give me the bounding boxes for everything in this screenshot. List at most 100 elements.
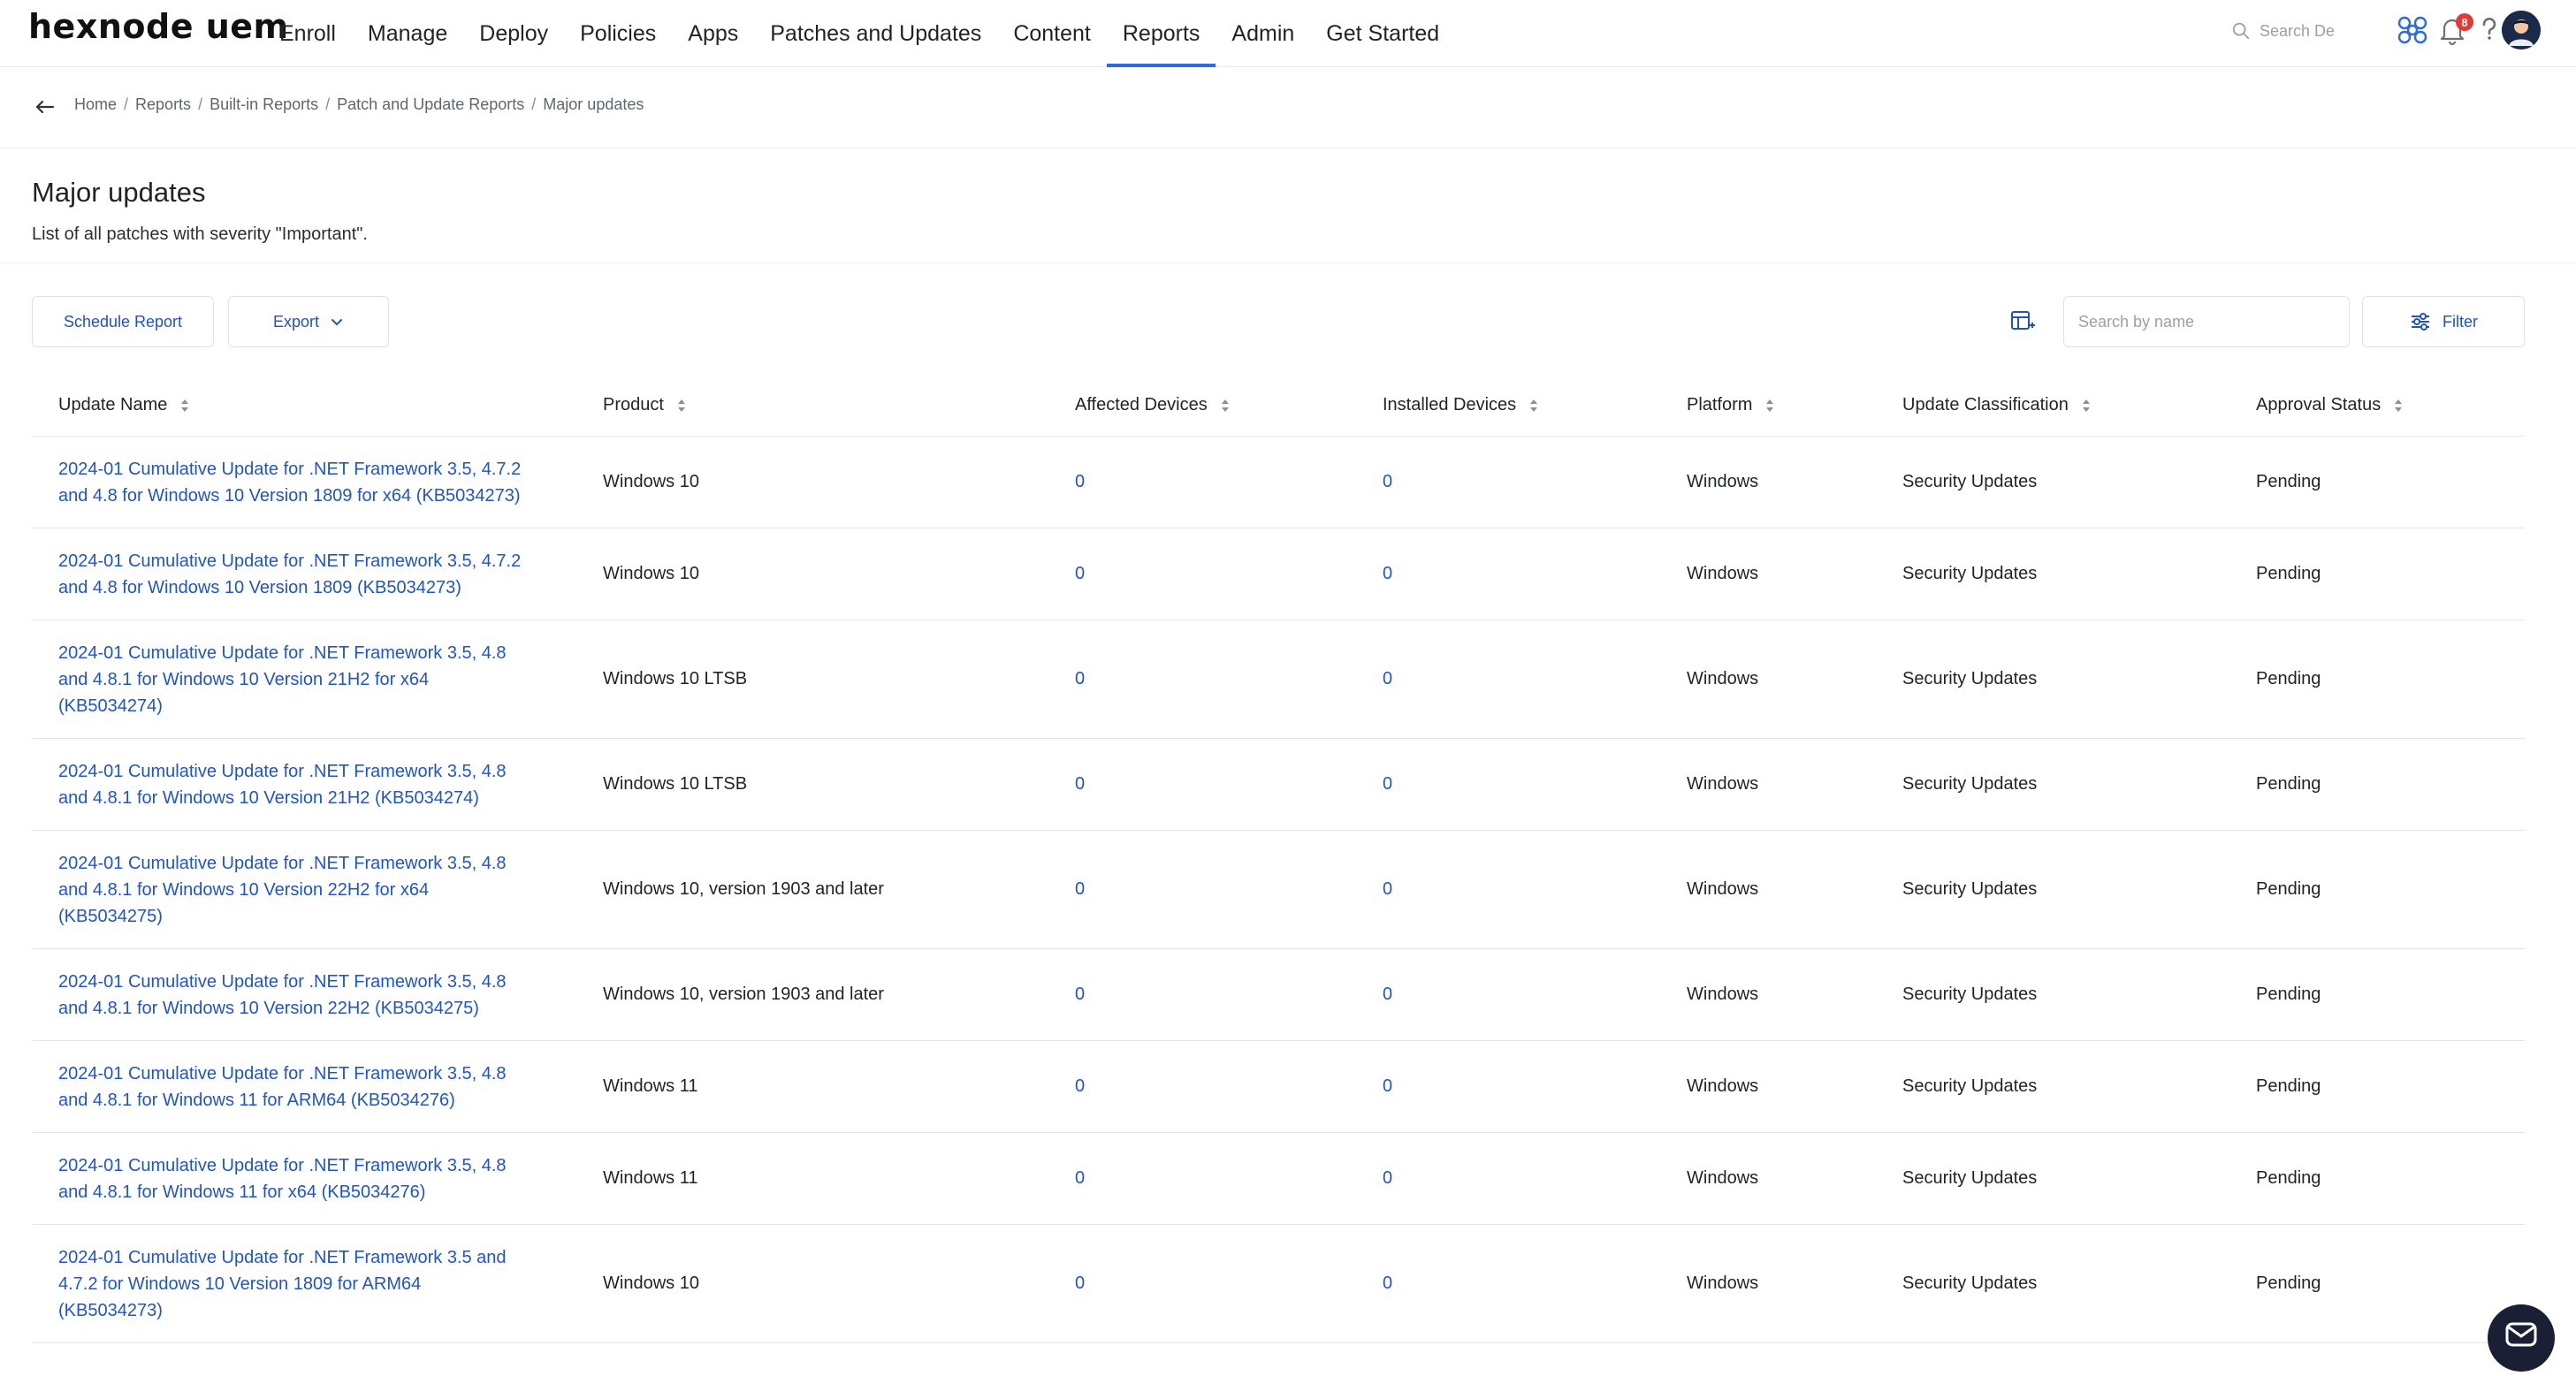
- affected-devices-count-text[interactable]: 0: [1075, 669, 1085, 689]
- column-header-label: Platform: [1687, 395, 1753, 414]
- installed-devices-count[interactable]: 0: [1383, 528, 1392, 620]
- installed-devices-count-text[interactable]: 0: [1383, 1168, 1392, 1189]
- affected-devices-count[interactable]: 0: [1075, 1225, 1085, 1342]
- table-body: 2024-01 Cumulative Update for .NET Frame…: [32, 437, 2525, 1343]
- column-header-update-name[interactable]: Update Name: [58, 375, 190, 436]
- nav-enroll[interactable]: Enroll: [263, 0, 352, 67]
- nav-admin[interactable]: Admin: [1216, 0, 1310, 67]
- column-header-platform[interactable]: Platform: [1687, 375, 1775, 436]
- update-classification-cell: Security Updates: [1902, 949, 2037, 1040]
- platform-cell: Windows: [1687, 620, 1758, 738]
- installed-devices-count-text[interactable]: 0: [1383, 1076, 1392, 1097]
- approval-status-cell-text: Pending: [2256, 1273, 2321, 1293]
- update-name-cell: 2024-01 Cumulative Update for .NET Frame…: [58, 949, 507, 1040]
- back-button[interactable]: [32, 94, 58, 120]
- user-avatar[interactable]: [2502, 11, 2541, 49]
- export-button[interactable]: Export: [228, 296, 389, 347]
- column-header-approval-status[interactable]: Approval Status: [2256, 375, 2404, 436]
- update-name-link[interactable]: 2024-01 Cumulative Update for .NET Frame…: [58, 456, 521, 509]
- installed-devices-count[interactable]: 0: [1383, 620, 1392, 738]
- breadcrumb-home[interactable]: Home: [74, 95, 117, 114]
- update-name-link[interactable]: 2024-01 Cumulative Update for .NET Frame…: [58, 850, 507, 930]
- notifications-button[interactable]: 8: [2435, 12, 2473, 48]
- update-classification-cell-text: Security Updates: [1902, 669, 2038, 688]
- nav-policies[interactable]: Policies: [564, 0, 672, 67]
- update-name-link[interactable]: 2024-01 Cumulative Update for .NET Frame…: [58, 969, 507, 1022]
- hexnode-logo[interactable]: hexnode uem: [28, 7, 289, 46]
- installed-devices-count[interactable]: 0: [1383, 1041, 1392, 1132]
- affected-devices-count-text[interactable]: 0: [1075, 564, 1085, 584]
- installed-devices-count-text[interactable]: 0: [1383, 669, 1392, 689]
- filter-label: Filter: [2443, 312, 2478, 331]
- column-header-affected-devices[interactable]: Affected Devices: [1075, 375, 1231, 436]
- search-by-name-input[interactable]: [2063, 296, 2350, 347]
- nav-apps[interactable]: Apps: [672, 0, 754, 67]
- affected-devices-count-text[interactable]: 0: [1075, 984, 1085, 1005]
- installed-devices-count-text[interactable]: 0: [1383, 774, 1392, 794]
- affected-devices-count-text[interactable]: 0: [1075, 1168, 1085, 1189]
- global-search[interactable]: Search De: [2231, 18, 2382, 44]
- affected-devices-count[interactable]: 0: [1075, 949, 1085, 1040]
- platform-cell: Windows: [1687, 528, 1758, 620]
- installed-devices-count-text[interactable]: 0: [1383, 879, 1392, 900]
- nav-deploy[interactable]: Deploy: [463, 0, 564, 67]
- update-name-link[interactable]: 2024-01 Cumulative Update for .NET Frame…: [58, 548, 521, 601]
- affected-devices-count-text[interactable]: 0: [1075, 774, 1085, 794]
- installed-devices-count-text[interactable]: 0: [1383, 472, 1392, 492]
- affected-devices-count[interactable]: 0: [1075, 739, 1085, 830]
- affected-devices-count-text[interactable]: 0: [1075, 879, 1085, 900]
- update-classification-cell: Security Updates: [1902, 528, 2037, 620]
- installed-devices-count[interactable]: 0: [1383, 1133, 1392, 1224]
- affected-devices-count-text[interactable]: 0: [1075, 1076, 1085, 1097]
- user-avatar-icon: [2502, 11, 2541, 49]
- installed-devices-count[interactable]: 0: [1383, 739, 1392, 830]
- update-name-link[interactable]: 2024-01 Cumulative Update for .NET Frame…: [58, 1244, 507, 1324]
- breadcrumb-separator: /: [198, 95, 203, 113]
- affected-devices-count[interactable]: 0: [1075, 1041, 1085, 1132]
- breadcrumb-patch-and-update-reports[interactable]: Patch and Update Reports: [337, 95, 524, 114]
- nav-manage[interactable]: Manage: [352, 0, 463, 67]
- update-name-link[interactable]: 2024-01 Cumulative Update for .NET Frame…: [58, 1152, 507, 1205]
- column-header-update-classification[interactable]: Update Classification: [1902, 375, 2092, 436]
- update-name-cell: 2024-01 Cumulative Update for .NET Frame…: [58, 1041, 507, 1132]
- installed-devices-count[interactable]: 0: [1383, 831, 1392, 948]
- breadcrumb-reports[interactable]: Reports: [135, 95, 191, 114]
- column-header-installed-devices[interactable]: Installed Devices: [1383, 375, 1539, 436]
- product-cell: Windows 10: [603, 528, 699, 620]
- affected-devices-count[interactable]: 0: [1075, 620, 1085, 738]
- update-classification-cell-text: Security Updates: [1902, 984, 2038, 1004]
- installed-devices-count[interactable]: 0: [1383, 437, 1392, 528]
- hexnode-ai-button[interactable]: [2395, 12, 2430, 48]
- installed-devices-count[interactable]: 0: [1383, 1225, 1392, 1342]
- update-name-cell: 2024-01 Cumulative Update for .NET Frame…: [58, 620, 507, 738]
- affected-devices-count[interactable]: 0: [1075, 437, 1085, 528]
- nav-patches-and-updates[interactable]: Patches and Updates: [754, 0, 997, 67]
- update-name-link[interactable]: 2024-01 Cumulative Update for .NET Frame…: [58, 640, 507, 719]
- platform-cell-text: Windows: [1687, 1273, 1759, 1293]
- approval-status-cell: Pending: [2256, 949, 2321, 1040]
- column-header-product[interactable]: Product: [603, 375, 687, 436]
- installed-devices-count-text[interactable]: 0: [1383, 1273, 1392, 1294]
- update-name-link[interactable]: 2024-01 Cumulative Update for .NET Frame…: [58, 758, 507, 811]
- nav-reports[interactable]: Reports: [1106, 0, 1216, 67]
- sort-icon: [1530, 399, 1538, 412]
- installed-devices-count-text[interactable]: 0: [1383, 564, 1392, 584]
- affected-devices-count-text[interactable]: 0: [1075, 472, 1085, 492]
- chat-support-button[interactable]: [2488, 1304, 2555, 1372]
- nav-content[interactable]: Content: [997, 0, 1107, 67]
- platform-cell: Windows: [1687, 831, 1758, 948]
- affected-devices-count[interactable]: 0: [1075, 528, 1085, 620]
- filter-button[interactable]: Filter: [2362, 296, 2525, 347]
- breadcrumb-built-in-reports[interactable]: Built-in Reports: [210, 95, 318, 114]
- schedule-report-button[interactable]: Schedule Report: [32, 296, 214, 347]
- affected-devices-count-text[interactable]: 0: [1075, 1273, 1085, 1294]
- update-name-link[interactable]: 2024-01 Cumulative Update for .NET Frame…: [58, 1061, 507, 1114]
- column-settings-button[interactable]: [2008, 308, 2037, 336]
- platform-cell: Windows: [1687, 1041, 1758, 1132]
- update-name-line: and 4.8.1 for Windows 11 for x64 (KB5034…: [58, 1182, 426, 1202]
- installed-devices-count[interactable]: 0: [1383, 949, 1392, 1040]
- installed-devices-count-text[interactable]: 0: [1383, 984, 1392, 1005]
- affected-devices-count[interactable]: 0: [1075, 831, 1085, 948]
- affected-devices-count[interactable]: 0: [1075, 1133, 1085, 1224]
- nav-get-started[interactable]: Get Started: [1310, 0, 1455, 67]
